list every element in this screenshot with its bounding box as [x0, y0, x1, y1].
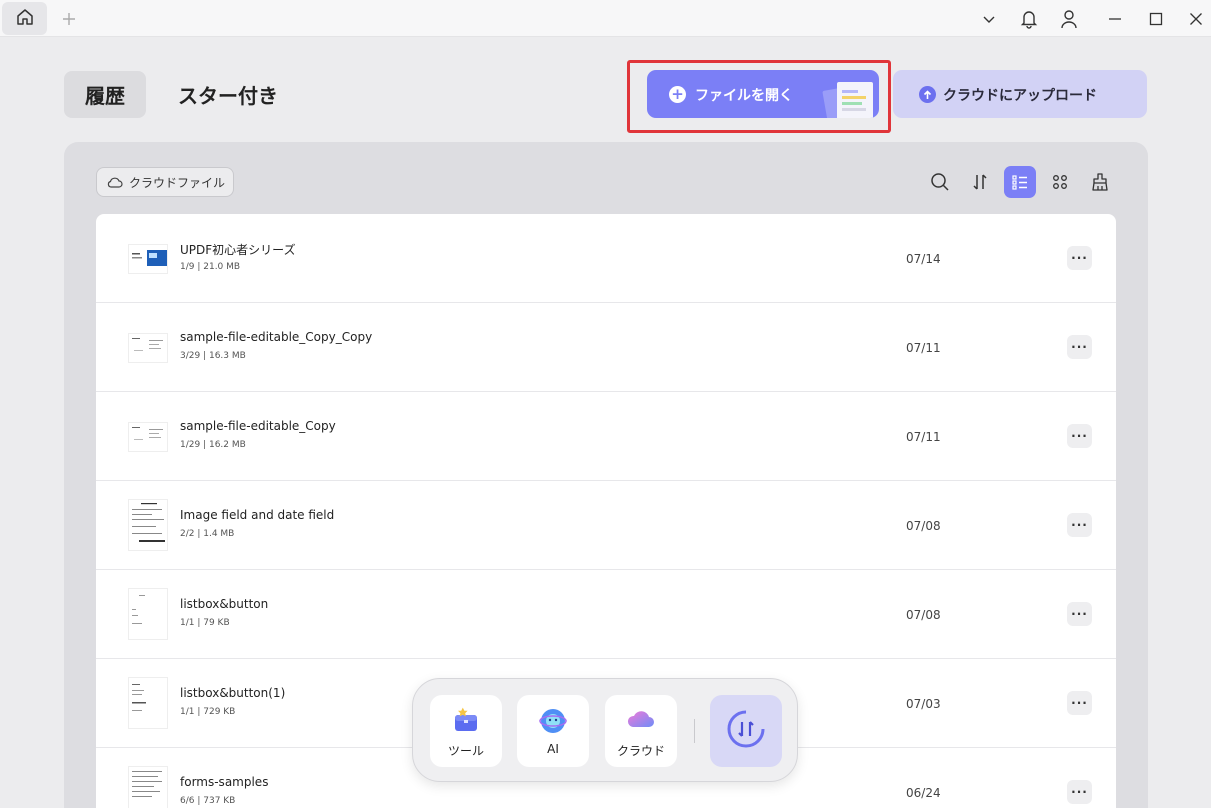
plus-icon[interactable]: [58, 8, 80, 30]
file-thumbnail: [128, 244, 168, 274]
file-meta: 6/6 | 737 KB: [180, 796, 236, 806]
file-name: Image field and date field: [180, 508, 335, 522]
file-thumbnail: [128, 422, 168, 452]
ai-icon: [539, 707, 567, 738]
cloud-icon: [107, 176, 123, 188]
user-icon[interactable]: [1058, 8, 1080, 30]
clear-icon[interactable]: [1084, 166, 1116, 198]
dock-convert-button[interactable]: [710, 695, 782, 767]
toolbox-icon: [452, 707, 480, 736]
more-button[interactable]: ···: [1067, 602, 1092, 626]
upload-label: クラウドにアップロード: [943, 88, 1097, 104]
bottom-dock: ツール AI クラウド: [412, 678, 798, 782]
file-thumbnail: [128, 588, 168, 640]
file-thumbnail: [128, 677, 168, 729]
dock-ai-button[interactable]: AI: [517, 695, 589, 767]
maximize-icon[interactable]: [1145, 8, 1167, 30]
cloud-files-label: クラウドファイル: [129, 175, 226, 190]
dock-ai-label: AI: [547, 742, 559, 756]
file-name: sample-file-editable_Copy: [180, 419, 336, 433]
file-name: UPDF初心者シリーズ: [180, 243, 296, 257]
highlight-box: [627, 60, 891, 133]
list-view-icon[interactable]: [1004, 166, 1036, 198]
cloud-icon: [626, 707, 656, 734]
file-name: forms-samples: [180, 775, 269, 789]
dock-divider: [694, 719, 695, 743]
file-date: 07/11: [906, 430, 941, 444]
home-tab[interactable]: [2, 2, 47, 35]
convert-icon: [725, 708, 767, 754]
file-thumbnail: [128, 766, 168, 808]
cloud-files-button[interactable]: クラウドファイル: [96, 167, 234, 197]
file-date: 07/11: [906, 341, 941, 355]
file-meta: 1/9 | 21.0 MB: [180, 262, 241, 272]
file-date: 07/08: [906, 608, 941, 622]
table-row[interactable]: sample-file-editable_Copy_Copy 3/29 | 16…: [96, 303, 1116, 392]
more-button[interactable]: ···: [1067, 335, 1092, 359]
table-row[interactable]: sample-file-editable_Copy 1/29 | 16.2 MB…: [96, 392, 1116, 481]
upload-cloud-button[interactable]: クラウドにアップロード: [893, 70, 1147, 118]
file-thumbnail: [128, 499, 168, 551]
file-name: listbox&button: [180, 597, 269, 611]
table-row[interactable]: listbox&button 1/1 | 79 KB 07/08 ···: [96, 570, 1116, 659]
more-button[interactable]: ···: [1067, 424, 1092, 448]
table-row[interactable]: UPDF初心者シリーズ 1/9 | 21.0 MB 07/14 ···: [96, 214, 1116, 303]
tab-history[interactable]: 履歴: [64, 71, 146, 118]
dock-tools-label: ツール: [447, 744, 484, 758]
dock-tools-button[interactable]: ツール: [430, 695, 502, 767]
close-icon[interactable]: [1185, 8, 1207, 30]
file-meta: 1/1 | 729 KB: [180, 707, 236, 717]
tab-starred[interactable]: スター付き: [178, 71, 278, 118]
table-row[interactable]: Image field and date field 2/2 | 1.4 MB …: [96, 481, 1116, 570]
more-button[interactable]: ···: [1067, 246, 1092, 270]
bell-icon[interactable]: [1018, 8, 1040, 30]
file-meta: 1/1 | 79 KB: [180, 618, 230, 628]
home-icon: [16, 8, 34, 30]
chevron-down-icon[interactable]: [978, 8, 1000, 30]
file-date: 07/08: [906, 519, 941, 533]
file-meta: 3/29 | 16.3 MB: [180, 351, 246, 361]
file-name: listbox&button(1): [180, 686, 286, 700]
title-bar: [0, 0, 1211, 37]
more-button[interactable]: ···: [1067, 691, 1092, 715]
search-icon[interactable]: [924, 166, 956, 198]
file-date: 06/24: [906, 786, 941, 800]
more-button[interactable]: ···: [1067, 780, 1092, 804]
dock-cloud-label: クラウド: [616, 744, 665, 758]
dock-cloud-button[interactable]: クラウド: [605, 695, 677, 767]
file-date: 07/14: [906, 252, 941, 266]
upload-icon: [919, 86, 936, 103]
file-meta: 1/29 | 16.2 MB: [180, 440, 246, 450]
file-thumbnail: [128, 333, 168, 363]
file-date: 07/03: [906, 697, 941, 711]
file-meta: 2/2 | 1.4 MB: [180, 529, 235, 539]
grid-view-icon[interactable]: [1044, 166, 1076, 198]
sort-icon[interactable]: [964, 166, 996, 198]
minimize-icon[interactable]: [1104, 8, 1126, 30]
more-button[interactable]: ···: [1067, 513, 1092, 537]
file-name: sample-file-editable_Copy_Copy: [180, 330, 373, 344]
